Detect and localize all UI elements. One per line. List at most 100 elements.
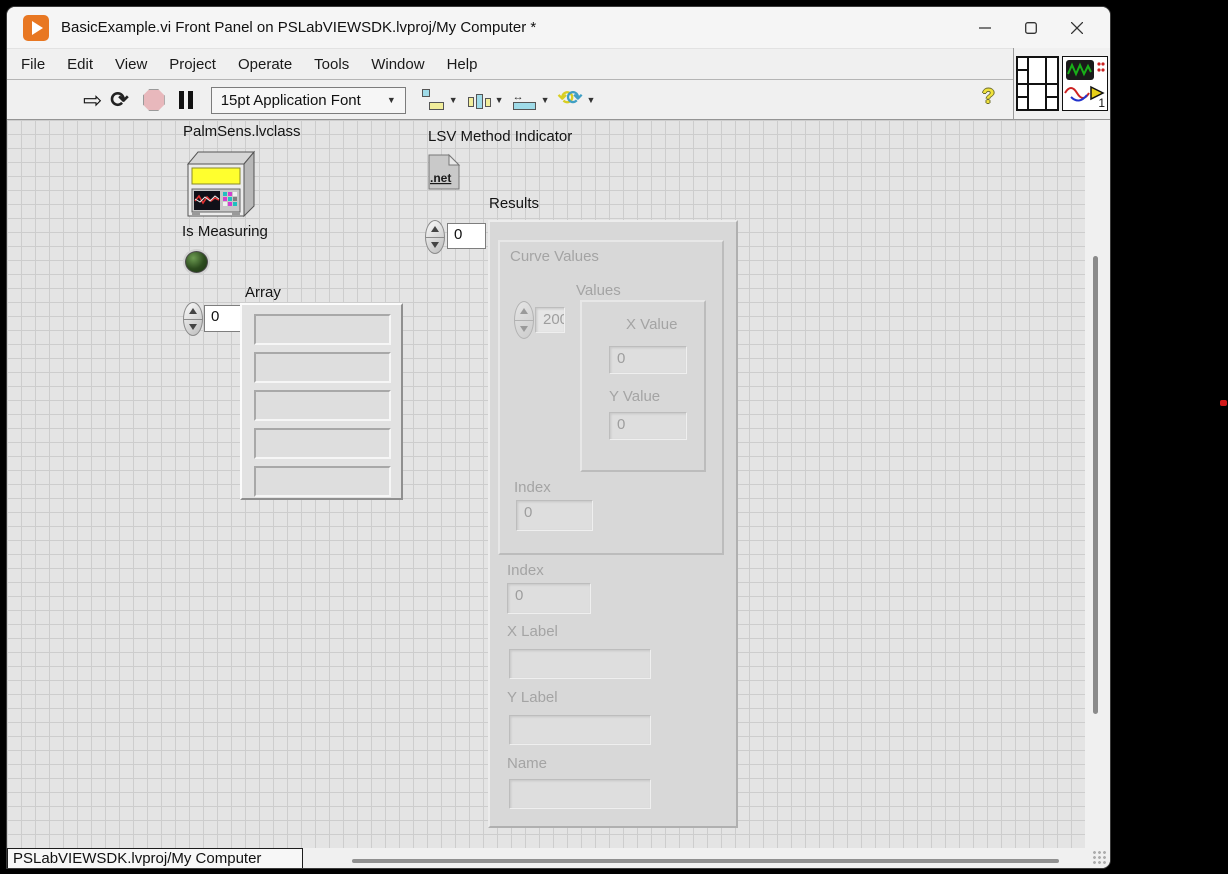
- results-cluster: Curve Values Values 200 X Value 0 Y Valu…: [488, 220, 738, 828]
- values-label: Values: [576, 282, 621, 299]
- increment-icon: [431, 226, 439, 232]
- close-icon: [1071, 22, 1083, 34]
- decrement-icon: [431, 242, 439, 248]
- labview-front-panel-window: BasicExample.vi Front Panel on PSLabVIEW…: [7, 7, 1110, 868]
- name-field: [509, 779, 651, 809]
- increment-icon: [189, 308, 197, 314]
- close-button[interactable]: [1054, 7, 1100, 48]
- menu-window[interactable]: Window: [360, 52, 435, 77]
- palmsens-instrument-icon[interactable]: [182, 148, 258, 220]
- execution-target-box: PSLabVIEWSDK.lvproj/My Computer: [7, 848, 303, 868]
- font-selector[interactable]: 15pt Application Font ▼: [211, 87, 406, 114]
- pause-button[interactable]: [179, 85, 193, 115]
- corner-icon-box: 1: [1013, 48, 1110, 120]
- maximize-button[interactable]: [1008, 7, 1054, 48]
- is-measuring-label: Is Measuring: [182, 223, 268, 240]
- x-label-label: X Label: [507, 623, 558, 640]
- palmsens-label: PalmSens.lvclass: [183, 123, 301, 140]
- decrement-icon: [520, 326, 528, 332]
- minimize-icon: [979, 22, 991, 34]
- array-element[interactable]: [254, 314, 391, 345]
- x-label-field: [509, 649, 651, 679]
- horizontal-scrollbar-thumb[interactable]: [352, 859, 1059, 863]
- run-continuously-button[interactable]: ⟳: [110, 85, 128, 115]
- is-measuring-led-indicator: [185, 251, 208, 273]
- font-selector-value: 15pt Application Font: [221, 92, 361, 109]
- reorder-objects-icon: ⟲ ⟳: [558, 89, 584, 111]
- statusbar: PSLabVIEWSDK.lvproj/My Computer: [7, 848, 1110, 868]
- results-index-spinner[interactable]: [425, 220, 445, 254]
- minimize-button[interactable]: [962, 7, 1008, 48]
- menu-help[interactable]: Help: [436, 52, 489, 77]
- lsv-method-indicator-label: LSV Method Indicator: [428, 128, 572, 145]
- align-objects-button[interactable]: ▼: [420, 85, 458, 115]
- run-icon: ⇨: [83, 89, 102, 111]
- menu-file[interactable]: File: [10, 52, 56, 77]
- menu-operate[interactable]: Operate: [227, 52, 303, 77]
- distribute-objects-button[interactable]: ▼: [466, 85, 504, 115]
- curve-values-label: Curve Values: [510, 248, 599, 265]
- chevron-down-icon: ▼: [495, 95, 504, 105]
- distribute-objects-icon: [466, 89, 492, 111]
- xy-value-frame: X Value 0 Y Value 0: [580, 300, 706, 472]
- name-label: Name: [507, 755, 547, 772]
- context-help-button[interactable]: ?: [982, 85, 995, 109]
- y-value-label: Y Value: [609, 388, 660, 405]
- connector-pane-icon: [1016, 56, 1059, 111]
- chevron-down-icon: ▼: [387, 95, 396, 105]
- abort-icon: [143, 89, 165, 111]
- array-element[interactable]: [254, 352, 391, 383]
- y-label-label: Y Label: [507, 689, 558, 706]
- x-value-field: 0: [609, 346, 687, 374]
- run-continuously-icon: ⟳: [110, 89, 128, 111]
- vertical-scrollbar[interactable]: [1085, 120, 1110, 848]
- menu-tools[interactable]: Tools: [303, 52, 360, 77]
- vi-icon[interactable]: 1: [1062, 56, 1108, 111]
- front-panel: PalmSens.lvclass Is Measuring Array: [7, 120, 1085, 848]
- titlebar: BasicExample.vi Front Panel on PSLabVIEW…: [7, 7, 1110, 48]
- pause-icon: [179, 91, 193, 109]
- toolbar: ⇨ ⟳ 15pt Application Font ▼ ▼ ▼: [7, 81, 1110, 120]
- labview-logo-icon: [23, 15, 49, 41]
- menu-view[interactable]: View: [104, 52, 158, 77]
- index-field: 0: [507, 583, 591, 614]
- values-index-value: 200: [535, 307, 565, 333]
- array-element[interactable]: [254, 466, 391, 497]
- array-container: [240, 303, 403, 500]
- y-label-field: [509, 715, 651, 745]
- resize-objects-icon: ↔: [512, 89, 538, 111]
- vertical-scrollbar-thumb[interactable]: [1093, 256, 1098, 714]
- menu-edit[interactable]: Edit: [56, 52, 104, 77]
- x-value-label: X Value: [626, 316, 677, 333]
- chevron-down-icon: ▼: [541, 95, 550, 105]
- array-index-value[interactable]: 0: [204, 305, 243, 332]
- inner-index-field: 0: [516, 500, 593, 531]
- chevron-down-icon: ▼: [449, 95, 458, 105]
- chevron-down-icon: ▼: [587, 95, 596, 105]
- inner-index-label: Index: [514, 479, 551, 496]
- window-title: BasicExample.vi Front Panel on PSLabVIEW…: [61, 19, 536, 36]
- increment-icon: [520, 308, 528, 314]
- red-dot-artifact: [1220, 400, 1227, 406]
- y-value-field: 0: [609, 412, 687, 440]
- decrement-icon: [189, 324, 197, 330]
- resize-grip[interactable]: [1092, 850, 1106, 864]
- dotnet-refnum-icon[interactable]: .net: [427, 153, 461, 191]
- array-element[interactable]: [254, 428, 391, 459]
- results-index-value[interactable]: 0: [447, 223, 486, 249]
- maximize-icon: [1025, 22, 1037, 34]
- results-label: Results: [489, 195, 539, 212]
- array-element[interactable]: [254, 390, 391, 421]
- menubar: File Edit View Project Operate Tools Win…: [7, 48, 1110, 80]
- abort-button[interactable]: [143, 85, 165, 115]
- menu-project[interactable]: Project: [158, 52, 227, 77]
- vi-run-count: 1: [1098, 96, 1105, 110]
- index-label: Index: [507, 562, 544, 579]
- reorder-objects-button[interactable]: ⟲ ⟳ ▼: [558, 85, 596, 115]
- curve-values-frame: Curve Values Values 200 X Value 0 Y Valu…: [498, 240, 724, 555]
- array-index-spinner[interactable]: [183, 302, 203, 336]
- svg-text:.net: .net: [430, 171, 451, 185]
- array-label: Array: [245, 284, 281, 301]
- run-button[interactable]: ⇨: [83, 85, 102, 115]
- resize-objects-button[interactable]: ↔ ▼: [512, 85, 550, 115]
